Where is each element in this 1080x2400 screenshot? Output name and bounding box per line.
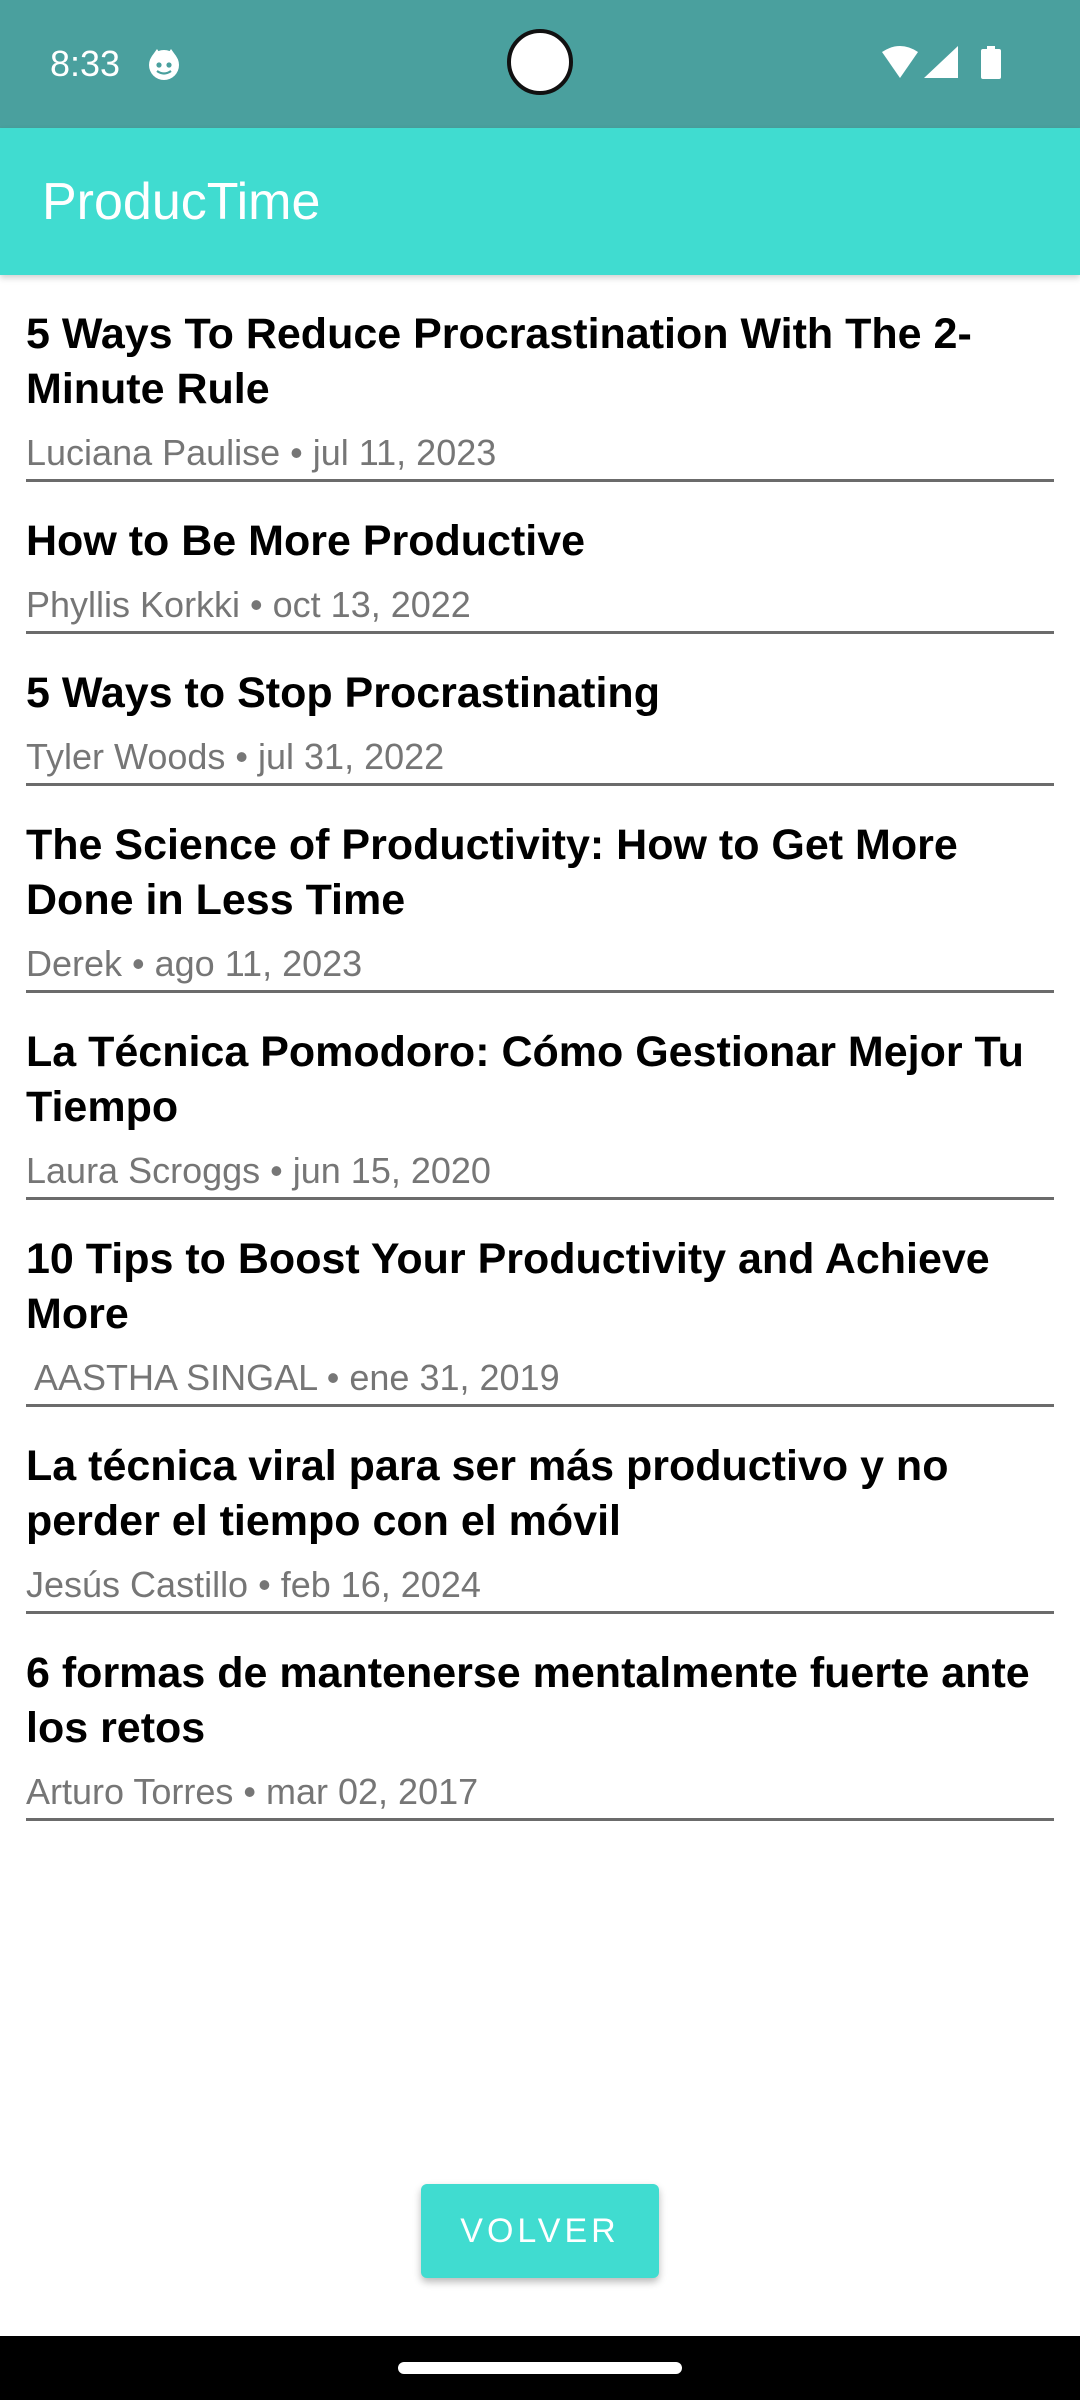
article-title: La Técnica Pomodoro: Cómo Gestionar Mejo… (26, 1028, 1024, 1131)
home-gesture-handle[interactable] (398, 2362, 682, 2374)
article-item[interactable]: 10 Tips to Boost Your Productivity and A… (26, 1200, 1054, 1407)
article-meta: Derek • ago 11, 2023 (26, 943, 363, 984)
navigation-bar (0, 2336, 1080, 2400)
article-meta: AASTHA SINGAL • ene 31, 2019 (26, 1357, 560, 1398)
article-meta: Jesús Castillo • feb 16, 2024 (26, 1564, 481, 1605)
article-meta: Arturo Torres • mar 02, 2017 (26, 1771, 479, 1812)
article-title: 6 formas de mantenerse mentalmente fuert… (26, 1649, 1030, 1752)
app-bar: ProducTime (0, 128, 1080, 275)
article-meta: Tyler Woods • jul 31, 2022 (26, 736, 445, 777)
app-title: ProducTime (42, 173, 321, 231)
article-title: La técnica viral para ser más productivo… (26, 1442, 949, 1545)
status-icons (880, 44, 1010, 84)
article-meta: Luciana Paulise • jul 11, 2023 (26, 432, 497, 473)
article-title: How to Be More Productive (26, 517, 586, 565)
article-item[interactable]: The Science of Productivity: How to Get … (26, 786, 1054, 993)
article-meta: Phyllis Korkki • oct 13, 2022 (26, 584, 471, 625)
status-time: 8:33 (50, 43, 121, 84)
article-title: The Science of Productivity: How to Get … (26, 821, 958, 924)
camera-cutout (507, 29, 573, 95)
article-item[interactable]: 5 Ways to Stop Procrastinating Tyler Woo… (26, 634, 1054, 786)
article-item[interactable]: La técnica viral para ser más productivo… (26, 1407, 1054, 1614)
article-item[interactable]: How to Be More Productive Phyllis Korkki… (26, 482, 1054, 634)
article-list[interactable]: 5 Ways To Reduce Procrastination With Th… (26, 275, 1054, 2171)
battery-icon (981, 46, 1001, 79)
article-title: 10 Tips to Boost Your Productivity and A… (26, 1235, 990, 1338)
article-item[interactable]: 5 Ways To Reduce Procrastination With Th… (26, 275, 1054, 482)
wifi-icon (882, 46, 918, 78)
article-meta: Laura Scroggs • jun 15, 2020 (26, 1150, 491, 1191)
back-button[interactable]: VOLVER (421, 2184, 659, 2278)
article-item[interactable]: La Técnica Pomodoro: Cómo Gestionar Mejo… (26, 993, 1054, 1200)
article-title: 5 Ways to Stop Procrastinating (26, 669, 660, 717)
cellular-signal-icon (924, 46, 958, 78)
article-title: 5 Ways To Reduce Procrastination With Th… (26, 310, 972, 413)
status-bar: 8:33 (0, 0, 1080, 128)
app-notification-icon (146, 46, 182, 82)
article-item[interactable]: 6 formas de mantenerse mentalmente fuert… (26, 1614, 1054, 1821)
